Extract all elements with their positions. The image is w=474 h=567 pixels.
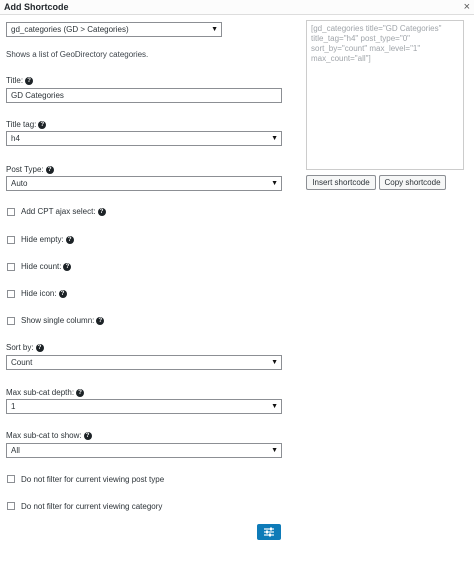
hide-icon-checkbox[interactable]	[7, 290, 15, 298]
shortcode-preview[interactable]: [gd_categories title="GD Categories" tit…	[306, 20, 464, 170]
help-icon[interactable]: ?	[96, 316, 105, 325]
chevron-down-icon: ▼	[271, 135, 278, 142]
close-icon[interactable]: ×	[464, 0, 470, 14]
chevron-down-icon: ▼	[271, 447, 278, 454]
sort-by-value: Count	[11, 358, 33, 367]
help-icon[interactable]: ?	[58, 289, 67, 298]
help-icon[interactable]: ?	[63, 262, 72, 271]
settings-button[interactable]	[257, 524, 281, 540]
hide-icon-label: Hide icon:?	[21, 289, 67, 298]
title-tag-value: h4	[11, 134, 20, 143]
add-cpt-ajax-label: Add CPT ajax select:?	[21, 207, 106, 216]
show-single-column-checkbox[interactable]	[7, 317, 15, 325]
title-input[interactable]: GD Categories	[6, 88, 282, 103]
hide-count-checkbox[interactable]	[7, 263, 15, 271]
hide-count-label: Hide count:?	[21, 262, 72, 271]
chevron-down-icon: ▼	[271, 180, 278, 187]
max-sub-cat-show-select[interactable]: All ▼	[6, 443, 282, 458]
dialog-title: Add Shortcode	[4, 2, 69, 12]
no-filter-category-checkbox[interactable]	[7, 502, 15, 510]
title-label: Title:?	[6, 76, 34, 85]
help-icon[interactable]: ?	[25, 76, 34, 85]
title-tag-select[interactable]: h4 ▼	[6, 131, 282, 146]
shortcode-select[interactable]: gd_categories (GD > Categories) ▼	[6, 22, 222, 37]
post-type-select[interactable]: Auto ▼	[6, 176, 282, 191]
dialog-titlebar: Add Shortcode ×	[0, 0, 474, 15]
help-icon[interactable]: ?	[35, 343, 44, 352]
help-icon[interactable]: ?	[97, 207, 106, 216]
hide-empty-checkbox[interactable]	[7, 236, 15, 244]
help-icon[interactable]: ?	[38, 120, 47, 129]
max-sub-cat-show-value: All	[11, 446, 20, 455]
sliders-icon	[264, 527, 274, 537]
add-cpt-ajax-checkbox[interactable]	[7, 208, 15, 216]
chevron-down-icon: ▼	[271, 359, 278, 366]
max-sub-cat-depth-select[interactable]: 1 ▼	[6, 399, 282, 414]
title-tag-label: Title tag:?	[6, 120, 47, 129]
insert-shortcode-button[interactable]: Insert shortcode	[306, 175, 376, 190]
chevron-down-icon: ▼	[271, 403, 278, 410]
help-icon[interactable]: ?	[76, 388, 85, 397]
max-sub-cat-depth-value: 1	[11, 402, 16, 411]
help-icon[interactable]: ?	[45, 165, 54, 174]
no-filter-post-type-label: Do not filter for current viewing post t…	[21, 475, 165, 484]
sort-by-select[interactable]: Count ▼	[6, 355, 282, 370]
max-sub-cat-show-label: Max sub-cat to show:?	[6, 431, 92, 440]
max-sub-cat-depth-label: Max sub-cat depth:?	[6, 388, 85, 397]
help-icon[interactable]: ?	[65, 235, 74, 244]
hide-empty-label: Hide empty:?	[21, 235, 74, 244]
show-single-column-label: Show single column:?	[21, 316, 105, 325]
copy-shortcode-button[interactable]: Copy shortcode	[379, 175, 446, 190]
post-type-label: Post Type:?	[6, 165, 54, 174]
no-filter-category-label: Do not filter for current viewing catego…	[21, 502, 163, 511]
post-type-value: Auto	[11, 179, 28, 188]
shortcode-description: Shows a list of GeoDirectory categories.	[6, 50, 149, 59]
chevron-down-icon: ▼	[211, 26, 218, 33]
sort-by-label: Sort by:?	[6, 343, 44, 352]
help-icon[interactable]: ?	[83, 431, 92, 440]
no-filter-post-type-checkbox[interactable]	[7, 475, 15, 483]
shortcode-select-value: gd_categories (GD > Categories)	[11, 25, 129, 34]
